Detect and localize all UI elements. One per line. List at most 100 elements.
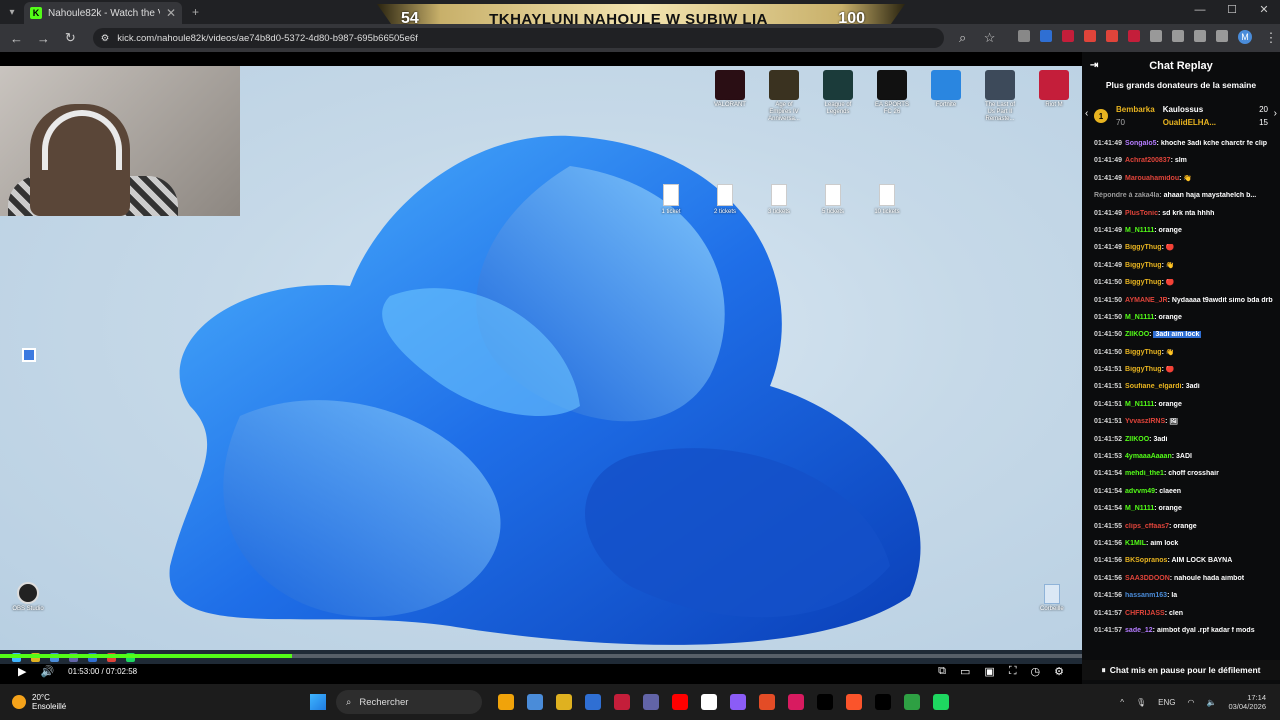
extension-icon[interactable] bbox=[1106, 30, 1118, 42]
message-username[interactable]: M_N1111 bbox=[1125, 401, 1154, 408]
taskbar-app-icon[interactable] bbox=[556, 694, 572, 710]
fullscreen-icon[interactable]: ⛶ bbox=[1009, 665, 1017, 678]
maximize-icon[interactable]: ☐ bbox=[1216, 0, 1248, 24]
windows-start-icon[interactable] bbox=[310, 694, 326, 710]
message-username[interactable]: 4ymaaaAaaan bbox=[1125, 453, 1172, 460]
microphone-icon[interactable]: 🎙 bbox=[1136, 698, 1146, 707]
message-username[interactable]: M_N1111 bbox=[1125, 314, 1154, 321]
language-indicator[interactable]: ENG bbox=[1158, 698, 1175, 707]
desktop-icon-ea-fc[interactable]: EA SPORTS FC 26 bbox=[875, 70, 909, 123]
extension-icon[interactable] bbox=[1018, 30, 1030, 42]
message-username[interactable]: BiggyThug bbox=[1125, 279, 1162, 286]
wifi-icon[interactable]: ◠ bbox=[1188, 698, 1195, 707]
downloads-icon[interactable] bbox=[1216, 30, 1228, 42]
chevron-left-icon[interactable]: ‹ bbox=[1085, 108, 1088, 119]
message-username[interactable]: hassanm163 bbox=[1125, 592, 1167, 599]
message-username[interactable]: ZIIKOO bbox=[1125, 436, 1149, 443]
desktop-icon-last-of-us[interactable]: The Last of Us Part II Remaste... bbox=[983, 70, 1017, 123]
message-username[interactable]: Achraf200837 bbox=[1125, 157, 1171, 164]
message-username[interactable]: Marouahamidou bbox=[1125, 175, 1179, 182]
clip-icon[interactable]: ⧉ bbox=[938, 665, 946, 678]
close-window-icon[interactable]: ✕ bbox=[1248, 0, 1280, 24]
video-player[interactable]: VALORANT Age of Empires IV Anniversa... … bbox=[0, 52, 1082, 684]
file-icon[interactable]: 10 tickets bbox=[874, 184, 900, 215]
back-icon[interactable]: ← bbox=[8, 31, 25, 46]
message-username[interactable]: mehdi_the1 bbox=[1125, 470, 1164, 477]
forward-icon[interactable]: → bbox=[35, 31, 52, 46]
message-username[interactable]: PlusTonic bbox=[1125, 210, 1158, 217]
extension-icon[interactable] bbox=[1084, 30, 1096, 42]
taskbar-app-icon[interactable] bbox=[672, 694, 688, 710]
speed-icon[interactable]: ◷ bbox=[1031, 665, 1041, 678]
message-username[interactable]: M_N1111 bbox=[1125, 505, 1154, 512]
clock[interactable]: 17:14 03/04/2026 bbox=[1228, 693, 1266, 711]
message-username[interactable]: Répondre à zaka4la: bbox=[1094, 192, 1162, 199]
settings-icon[interactable]: ⚙ bbox=[1054, 665, 1064, 678]
desktop-icon-league-of-legends[interactable]: League of Legends bbox=[821, 70, 855, 123]
message-username[interactable]: BKSopranos bbox=[1125, 557, 1167, 564]
tab-search-menu-icon[interactable]: ▾ bbox=[0, 0, 24, 24]
message-username[interactable]: clips_cffaas7 bbox=[1125, 523, 1169, 530]
message-username[interactable]: K1MIL bbox=[1125, 540, 1146, 547]
taskbar-app-icon[interactable] bbox=[904, 694, 920, 710]
desktop-icon-recycle-bin[interactable]: Corbeille bbox=[1040, 584, 1064, 612]
extension-icon[interactable] bbox=[1128, 30, 1140, 42]
tab-close-icon[interactable]: ✕ bbox=[166, 6, 176, 20]
taskbar-app-icon[interactable] bbox=[817, 694, 833, 710]
taskbar-app-icon[interactable] bbox=[759, 694, 775, 710]
weather-widget[interactable]: 20°C Ensoleillé bbox=[0, 693, 300, 711]
message-username[interactable]: advvm49 bbox=[1125, 488, 1155, 495]
desktop-icon-obs[interactable]: OBS Studio bbox=[8, 582, 48, 612]
taskbar-app-icon[interactable] bbox=[643, 694, 659, 710]
translate-icon[interactable] bbox=[22, 348, 36, 362]
browser-tab[interactable]: K Nahoule82k - Watch the VOD o ✕ bbox=[24, 2, 182, 24]
extensions-puzzle-icon[interactable] bbox=[1172, 30, 1184, 42]
taskbar-app-icon[interactable] bbox=[585, 694, 601, 710]
collapse-chat-icon[interactable]: ⇥ bbox=[1090, 60, 1098, 71]
taskbar-app-icon[interactable] bbox=[730, 694, 746, 710]
profile-avatar[interactable]: M bbox=[1238, 30, 1252, 44]
message-username[interactable]: sade_12 bbox=[1125, 627, 1153, 634]
taskbar-app-icon[interactable] bbox=[788, 694, 804, 710]
chat-messages[interactable]: 01:41:49 Songalo5: khoche 3adi kche charc… bbox=[1082, 136, 1280, 644]
desktop-icon-fortnite[interactable]: Fortnite bbox=[929, 70, 963, 123]
file-icon[interactable]: 2 tickets bbox=[714, 184, 736, 215]
volume-icon[interactable]: 🔊 bbox=[40, 665, 54, 678]
file-icon[interactable]: 3 tickets bbox=[768, 184, 790, 215]
address-bar[interactable]: ⚙ kick.com/nahoule82k/videos/ae74b8d0-53… bbox=[92, 28, 945, 48]
message-username[interactable]: SAA3DDOON bbox=[1125, 575, 1170, 582]
theater-icon[interactable]: ▭ bbox=[960, 665, 970, 678]
taskbar-app-icon[interactable] bbox=[701, 694, 717, 710]
message-username[interactable]: BiggyThug bbox=[1125, 262, 1162, 269]
site-info-icon[interactable]: ⚙ bbox=[101, 33, 110, 44]
message-username[interactable]: Songalo5 bbox=[1125, 140, 1157, 147]
file-icon[interactable]: 5 tickets bbox=[822, 184, 844, 215]
message-username[interactable]: ZIIKOO bbox=[1125, 331, 1149, 338]
message-username[interactable]: AYMANE_JR bbox=[1125, 297, 1168, 304]
new-tab-icon[interactable]: + bbox=[192, 5, 199, 19]
taskbar-app-icon[interactable] bbox=[846, 694, 862, 710]
desktop-icon-riot[interactable]: Riot M bbox=[1037, 70, 1071, 123]
extension-icon[interactable] bbox=[1062, 30, 1074, 42]
message-username[interactable]: M_N1111 bbox=[1125, 227, 1154, 234]
message-username[interactable]: BiggyThug bbox=[1125, 244, 1162, 251]
minimize-icon[interactable]: — bbox=[1184, 0, 1216, 24]
taskbar-app-icon[interactable] bbox=[498, 694, 514, 710]
zoom-icon[interactable]: ⌕ bbox=[954, 30, 971, 46]
file-icon[interactable]: 1 ticket bbox=[660, 184, 682, 215]
bookmark-star-icon[interactable]: ☆ bbox=[981, 30, 998, 46]
tray-chevron-icon[interactable]: ^ bbox=[1120, 698, 1124, 707]
reload-icon[interactable]: ↻ bbox=[62, 30, 79, 46]
message-username[interactable]: BiggyThug bbox=[1125, 349, 1162, 356]
play-icon[interactable]: ▶ bbox=[18, 665, 26, 678]
message-username[interactable]: BiggyThug bbox=[1125, 366, 1162, 373]
chevron-right-icon[interactable]: › bbox=[1274, 108, 1277, 119]
taskbar-search[interactable]: ⌕ Rechercher bbox=[336, 690, 482, 714]
taskbar-app-icon[interactable] bbox=[614, 694, 630, 710]
desktop-icon-valorant[interactable]: VALORANT bbox=[713, 70, 747, 123]
extension-icon[interactable] bbox=[1150, 30, 1162, 42]
message-username[interactable]: YvvaszIRNS bbox=[1125, 418, 1165, 425]
desktop-icon-age-of-empires[interactable]: Age of Empires IV Anniversa... bbox=[767, 70, 801, 123]
extension-icon[interactable] bbox=[1040, 30, 1052, 42]
taskbar-app-icon[interactable] bbox=[527, 694, 543, 710]
